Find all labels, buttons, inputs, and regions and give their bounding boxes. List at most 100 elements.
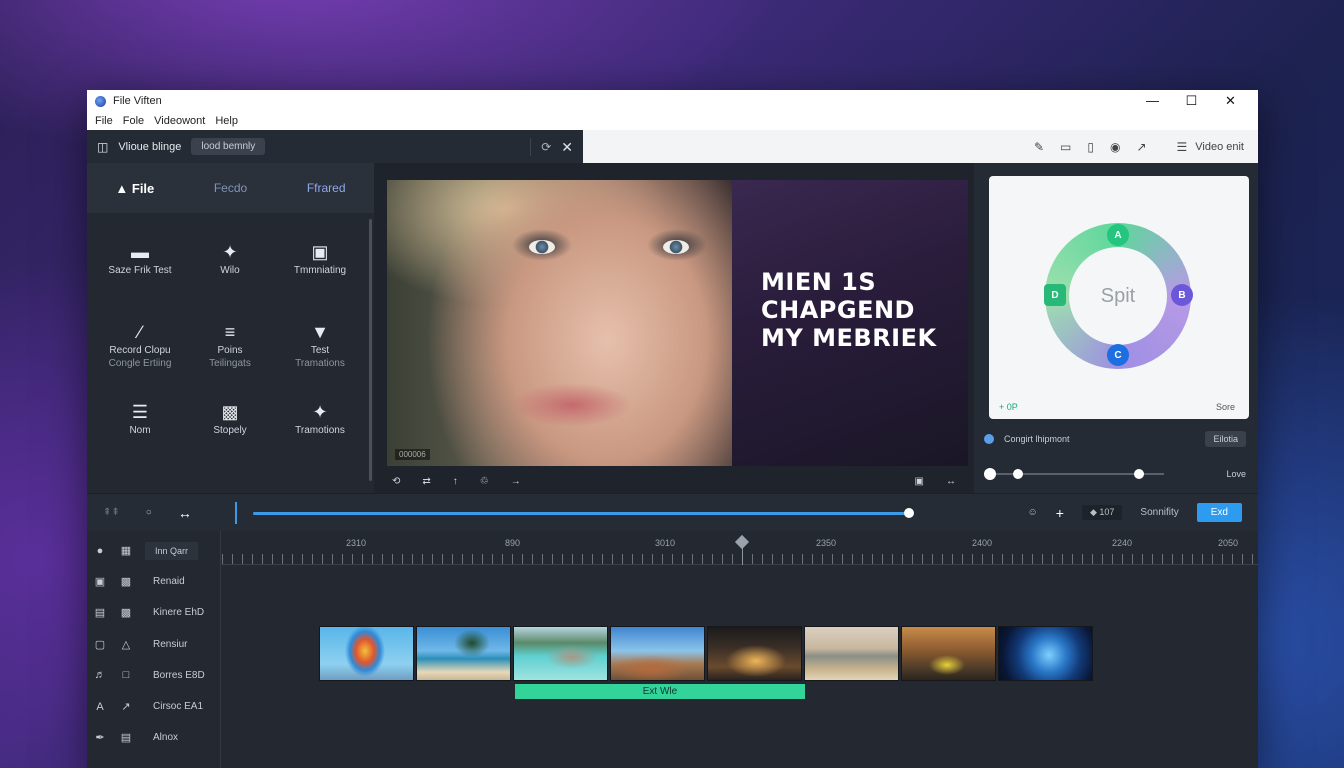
panel-scrollbar[interactable] bbox=[369, 219, 372, 481]
tool-item[interactable]: ☰ Nom bbox=[95, 393, 185, 473]
add-icon[interactable]: + bbox=[1056, 505, 1064, 521]
edit-icon[interactable]: ✎ bbox=[1034, 141, 1044, 153]
clip-thumbnail-ruins[interactable] bbox=[707, 626, 802, 681]
track-row[interactable]: ▣ ▩ Renaid bbox=[87, 566, 220, 597]
video-track-clips[interactable] bbox=[319, 626, 1093, 681]
audio-icon: ♬ bbox=[94, 669, 106, 682]
menu-videowont[interactable]: Videowont bbox=[154, 115, 205, 127]
tool-item[interactable]: ∕ Record Clopu Congle Ertiing bbox=[95, 313, 185, 393]
in-marker[interactable] bbox=[235, 501, 237, 524]
maximize-button[interactable]: ☐ bbox=[1172, 93, 1211, 109]
pen-icon: ∕ bbox=[138, 322, 142, 342]
tool-item[interactable]: ▼ Test Tramations bbox=[275, 313, 365, 393]
track-row[interactable]: ✒ ▤ Alnox bbox=[87, 722, 220, 753]
clip-thumbnail-palm[interactable] bbox=[416, 626, 511, 681]
mood-icon[interactable]: ☺ bbox=[1028, 507, 1038, 518]
tab-ffrared[interactable]: Ffrared bbox=[278, 181, 374, 195]
node-right[interactable]: B bbox=[1171, 284, 1193, 306]
slider-knob-c[interactable] bbox=[1133, 469, 1144, 479]
loop-icon[interactable]: ○ bbox=[146, 507, 152, 518]
app-logo-icon bbox=[95, 95, 106, 107]
list-icon[interactable]: ☰ bbox=[1177, 141, 1188, 153]
layout-icon[interactable]: ◫ bbox=[97, 141, 108, 153]
preview-controls: ⟲ ⇄ ↑ ♲ → ▣ ↔ bbox=[374, 469, 974, 493]
clip-thumbnail-rocks[interactable] bbox=[610, 626, 705, 681]
time-ruler[interactable]: 2310 890 3010 2350 2400 2240 2050 bbox=[222, 531, 1258, 565]
track-row[interactable]: A ↗ Cirsoc EA1 bbox=[87, 691, 220, 722]
up-icon[interactable]: ↑ bbox=[453, 476, 458, 487]
rewind-icon[interactable]: ⟲ bbox=[392, 476, 400, 487]
track-row[interactable]: ♬ □ Borres E8D bbox=[87, 660, 220, 691]
shield-icon: ▼ bbox=[311, 322, 329, 342]
chart-icon[interactable]: ↗ bbox=[1136, 141, 1146, 153]
slider-knob-a[interactable] bbox=[984, 468, 996, 480]
track-row[interactable]: ▤ ▩ Kinere EhD bbox=[87, 597, 220, 628]
zoom-chip[interactable]: ◆ 107 bbox=[1081, 505, 1123, 520]
tab-fecdo[interactable]: Fecdo bbox=[183, 181, 279, 195]
text-clip[interactable]: Ext Wle bbox=[515, 684, 805, 699]
recycle-icon[interactable]: ♲ bbox=[480, 476, 489, 487]
menu-bar: File Fole Videowont Help bbox=[87, 112, 1258, 130]
bus-icon: ▤ bbox=[94, 607, 106, 620]
menu-fole[interactable]: Fole bbox=[123, 115, 144, 127]
image-icon: ▣ bbox=[94, 576, 106, 589]
slider-label: Love bbox=[1226, 469, 1246, 479]
node-bottom[interactable]: C bbox=[1107, 344, 1129, 366]
expand-icon[interactable]: ↔ bbox=[178, 505, 192, 521]
minimize-button[interactable]: — bbox=[1133, 93, 1172, 109]
folder-icon: ▩ bbox=[120, 576, 132, 589]
close-panel-icon[interactable]: ✕ bbox=[561, 140, 573, 154]
forward-icon[interactable]: → bbox=[511, 476, 521, 487]
snapshot-icon[interactable]: ▣ bbox=[915, 476, 924, 487]
scrub-handle[interactable] bbox=[904, 507, 914, 518]
search-pill[interactable]: lood bemnly bbox=[191, 138, 266, 155]
bell-icon: △ bbox=[121, 638, 131, 651]
slider-row: Love bbox=[984, 467, 1246, 481]
swap-icon[interactable]: ⇄ bbox=[422, 476, 430, 487]
clip-thumbnail-lagoon[interactable] bbox=[513, 626, 608, 681]
grid-icon: ▦ bbox=[120, 545, 132, 558]
tool-item[interactable]: ✦ Tramotions bbox=[275, 393, 365, 473]
eye-right bbox=[663, 240, 689, 254]
tool-sublabel: Tramations bbox=[295, 358, 345, 369]
track-row[interactable]: ● ▦ Inn Qarr bbox=[87, 535, 220, 566]
slider-knob-b[interactable] bbox=[1012, 469, 1023, 479]
headline-line-3: MY MEBRIEK bbox=[761, 324, 937, 352]
title-bar: File Viften — ☐ ✕ bbox=[87, 90, 1258, 112]
clip-thumbnail-balloon[interactable] bbox=[319, 626, 414, 681]
sync-icon[interactable]: ⟳ bbox=[541, 141, 551, 153]
node-top[interactable]: A bbox=[1107, 224, 1129, 246]
clip-thumbnail-earth[interactable] bbox=[998, 626, 1093, 681]
clip-thumbnail-village[interactable] bbox=[901, 626, 996, 681]
video-preview[interactable]: MIEN 1S CHAPGEND MY MEBRIEK 000006 bbox=[387, 180, 968, 466]
tool-item[interactable]: ▬ Saze Frik Test bbox=[95, 233, 185, 313]
tool-item[interactable]: ▣ Tmmniating bbox=[275, 233, 365, 313]
track-list: ● ▦ Inn Qarr ▣ ▩ Renaid ▤ ▩ Kinere EhD ▢ △ Rensi… bbox=[87, 531, 221, 768]
range-slider[interactable] bbox=[984, 467, 1164, 481]
tool-item[interactable]: ≡ Poins Teilingats bbox=[185, 313, 275, 393]
close-button[interactable]: ✕ bbox=[1211, 93, 1250, 109]
clipboard-icon[interactable]: ▭ bbox=[1060, 141, 1071, 153]
scrub-track[interactable] bbox=[235, 501, 914, 524]
node-left[interactable]: D bbox=[1044, 284, 1066, 306]
menu-file[interactable]: File bbox=[95, 115, 113, 127]
menu-help[interactable]: Help bbox=[215, 115, 238, 127]
track-row[interactable]: ▢ △ Rensiur bbox=[87, 629, 220, 660]
copy-icon[interactable]: ▯ bbox=[1087, 141, 1094, 153]
print-icon: ▩ bbox=[120, 607, 132, 620]
playhead-knob[interactable] bbox=[734, 534, 750, 550]
tool-item[interactable]: ✦ Wilo bbox=[185, 233, 275, 313]
tool-item[interactable]: ▩ Stopely bbox=[185, 393, 275, 473]
doc-icon: ▤ bbox=[120, 732, 132, 745]
exit-button[interactable]: Exd bbox=[1196, 503, 1242, 522]
clip-thumbnail-beach[interactable] bbox=[804, 626, 899, 681]
fit-icon[interactable]: ↔ bbox=[946, 476, 956, 487]
playhead[interactable] bbox=[734, 534, 750, 565]
tab-file[interactable]: ▲ File bbox=[87, 181, 183, 196]
setting-chip[interactable]: Eilotia bbox=[1205, 431, 1246, 447]
split-card: Spit A B C D + 0P Sore bbox=[989, 176, 1249, 419]
tool-label: Record Clopu bbox=[109, 345, 171, 356]
trim-icon[interactable]: ⇞⇞ bbox=[103, 507, 120, 518]
video-edit-label[interactable]: Video enit bbox=[1195, 141, 1244, 153]
globe-icon[interactable]: ◉ bbox=[1110, 141, 1120, 153]
